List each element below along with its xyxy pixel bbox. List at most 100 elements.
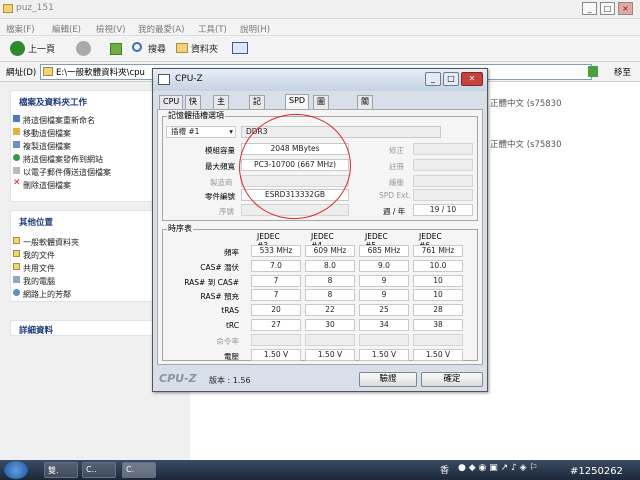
back-button[interactable]: 上一頁: [28, 42, 55, 55]
folders-button[interactable]: 資料夾: [191, 42, 218, 55]
timing-cell: 9: [359, 274, 409, 287]
move-task[interactable]: 移動這個檔案: [13, 128, 71, 139]
tab-graphics[interactable]: 圖形裝置: [313, 95, 329, 142]
other-places-title[interactable]: 其他位置: [19, 216, 53, 228]
ime-indicator[interactable]: 香: [440, 463, 449, 476]
cpuz-window: CPU-Z _ □ ✕ CPU 快取 主機板 記憶體 SPD 圖形裝置 關於 記…: [152, 68, 488, 392]
timing-cell: 27: [251, 319, 301, 331]
place-shared-documents[interactable]: 共用文件: [13, 263, 55, 274]
tab-cache[interactable]: 快取: [185, 95, 201, 118]
timing-cell: 7: [251, 274, 301, 287]
folder-icon: [13, 263, 20, 270]
rename-task[interactable]: 將這個檔案重新命名: [13, 115, 95, 126]
timing-cell: 7.0: [251, 259, 301, 272]
cpuz-title-bar[interactable]: CPU-Z _ □ ✕: [153, 69, 487, 91]
validate-button[interactable]: 驗證: [359, 372, 417, 387]
menu-edit[interactable]: 編輯(E): [52, 23, 81, 35]
place-my-computer[interactable]: 我的電腦: [13, 276, 55, 287]
spd-ext-label: SPD Ext.: [379, 191, 411, 200]
part-number-label: 零件編號: [205, 192, 235, 201]
taskbar: 雙. C.. C. 香 ● ◆ ◉ ▣ ↗ ♪ ◈ ⚐: [0, 460, 640, 480]
menu-favorites[interactable]: 我的最愛(A): [138, 23, 184, 35]
timing-row-label: 命令率: [216, 336, 240, 346]
timing-cell: 25: [359, 304, 409, 317]
file-tasks-title[interactable]: 檔案及資料夾工作: [19, 96, 87, 108]
taskbar-item-ie[interactable]: 雙.: [44, 462, 78, 478]
correction-value: [413, 143, 473, 155]
delete-task[interactable]: ✕ 刪除這個檔案: [13, 178, 71, 191]
timing-cell: 10.0: [413, 259, 463, 272]
timing-cell: 1.50 V: [413, 348, 463, 361]
details-title[interactable]: 詳細資料: [19, 324, 53, 336]
forward-arrow-icon[interactable]: [76, 41, 91, 56]
taskbar-item-cpuz[interactable]: C.: [122, 462, 156, 478]
week-year-label: 週 / 年: [383, 207, 406, 216]
maximize-button[interactable]: □: [600, 2, 615, 15]
tab-cpu[interactable]: CPU: [159, 95, 184, 109]
search-button[interactable]: 搜尋: [148, 42, 166, 55]
registered-label: 註冊: [389, 162, 404, 171]
timing-cell: 761 MHz: [413, 245, 463, 257]
cpuz-maximize-button[interactable]: □: [443, 72, 459, 86]
computer-icon: [13, 276, 20, 283]
chevron-down-icon: ▾: [229, 127, 233, 136]
timing-row-label: CAS# 潛伏: [200, 262, 239, 272]
timing-row-label: tRAS: [221, 306, 239, 316]
copy-task[interactable]: 複製這個檔案: [13, 141, 71, 152]
folder-icon: [3, 4, 13, 13]
publish-task[interactable]: 將這個檔案發佈到網站: [13, 154, 103, 165]
place-my-documents[interactable]: 我的文件: [13, 250, 55, 261]
cpuz-minimize-button[interactable]: _: [425, 72, 441, 86]
rename-icon: [13, 115, 20, 122]
correction-label: 修正: [389, 146, 404, 155]
folder-icon: [13, 250, 20, 257]
menu-view[interactable]: 檢視(V): [96, 23, 125, 35]
timing-cell: 34: [359, 319, 409, 331]
cpuz-close-button[interactable]: ✕: [461, 72, 483, 86]
email-task[interactable]: 以電子郵件傳送這個檔案: [13, 167, 111, 178]
week-year-value: 19 / 10: [413, 204, 473, 216]
close-button[interactable]: ×: [618, 2, 633, 15]
timing-cell: 8: [305, 274, 355, 287]
minimize-button[interactable]: _: [582, 2, 597, 15]
go-arrow-icon[interactable]: [588, 66, 598, 77]
email-icon: [13, 167, 20, 174]
menu-help[interactable]: 說明(H): [240, 23, 270, 35]
timing-cell: 533 MHz: [251, 245, 301, 257]
globe-icon: [13, 154, 20, 161]
slot-select[interactable]: 插槽 #1 ▾: [166, 126, 236, 138]
place-network[interactable]: 網路上的芳鄰: [13, 289, 71, 300]
menu-tools[interactable]: 工具(T): [198, 23, 227, 35]
address-label: 網址(D): [6, 68, 37, 78]
file-item[interactable]: 正體中文 (s75830: [490, 97, 562, 109]
timing-cell: [413, 333, 463, 346]
start-button[interactable]: [4, 461, 28, 479]
tab-mainboard[interactable]: 主機板: [213, 95, 229, 130]
network-icon: [13, 289, 20, 296]
tab-spd[interactable]: SPD: [285, 94, 310, 109]
file-item[interactable]: 正體中文 (s75830: [490, 138, 562, 150]
views-icon[interactable]: [232, 42, 248, 54]
timings-group-title: 時序表: [167, 223, 193, 234]
ok-button[interactable]: 確定: [421, 372, 483, 387]
up-folder-icon[interactable]: [110, 43, 122, 55]
timing-cell: 9.0: [359, 259, 409, 272]
folders-icon: [176, 43, 188, 53]
version-label: 版本 : 1.56: [209, 376, 251, 385]
slot-group-title: 記憶體插槽選項: [167, 110, 225, 121]
timing-cell: 1.50 V: [251, 348, 301, 361]
place-software-folder[interactable]: 一般軟體資料夾: [13, 237, 79, 248]
timing-cell: 8.0: [305, 259, 355, 272]
back-arrow-icon[interactable]: [10, 41, 25, 56]
timing-cell: 1.50 V: [305, 348, 355, 361]
timing-cell: 38: [413, 319, 463, 331]
timing-cell: 22: [305, 304, 355, 317]
go-button[interactable]: 移至: [614, 66, 631, 78]
menu-file[interactable]: 檔案(F): [6, 23, 35, 35]
tray-icons[interactable]: ● ◆ ◉ ▣ ↗ ♪ ◈ ⚐: [458, 463, 537, 473]
tab-about[interactable]: 關於: [357, 95, 373, 118]
move-icon: [13, 128, 20, 135]
taskbar-item-folder[interactable]: C..: [82, 462, 116, 478]
timing-cell: 20: [251, 304, 301, 317]
tab-memory[interactable]: 記憶體: [249, 95, 265, 130]
